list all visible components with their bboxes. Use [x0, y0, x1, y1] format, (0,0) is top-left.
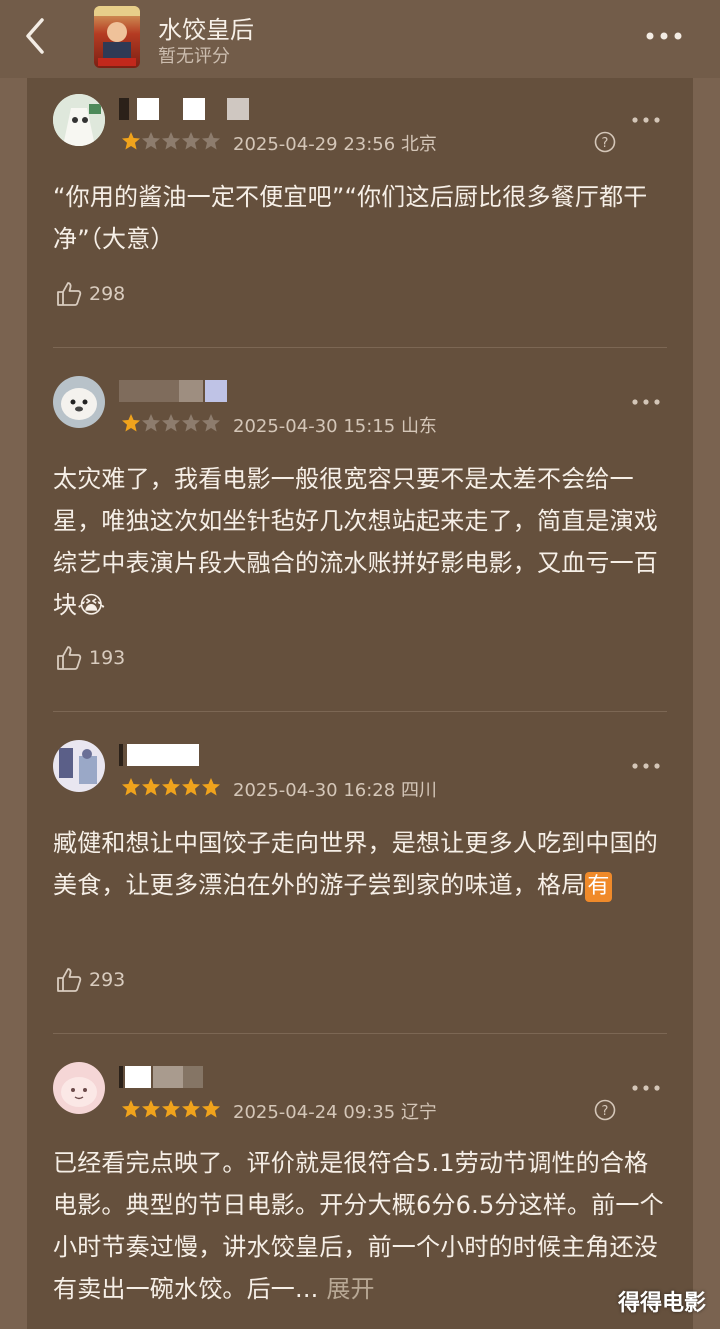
star-icon	[162, 778, 180, 796]
avatar[interactable]	[53, 94, 105, 146]
like-count: 298	[89, 283, 126, 305]
help-icon[interactable]: ?	[594, 1099, 616, 1121]
crying-emoji: 😭	[77, 591, 106, 619]
like-count: 193	[89, 647, 126, 669]
review-text-body: 臧健和想让中国饺子走向世界，是想让更多人吃到中国的美食，让更多漂泊在外的游子尝到…	[53, 829, 658, 899]
star-icon	[202, 414, 220, 432]
more-options-icon[interactable]	[631, 115, 661, 125]
review-meta: 2025-04-30 15:15 山东	[233, 412, 437, 438]
review-text: 已经看完点映了。评价就是很符合5.1劳动节调性的合格电影。典型的节日电影。开分大…	[53, 1142, 669, 1310]
movie-title: 水饺皇后	[158, 16, 254, 44]
movie-poster[interactable]	[94, 6, 140, 68]
more-options-icon[interactable]	[642, 24, 686, 48]
star-icon	[182, 414, 200, 432]
divider	[53, 711, 667, 712]
svg-text:?: ?	[602, 1104, 609, 1119]
like-count: 293	[89, 969, 126, 991]
more-options-icon[interactable]	[631, 1083, 661, 1093]
svg-text:?: ?	[602, 136, 609, 151]
rating-stars	[121, 131, 221, 151]
review-location: 北京	[400, 134, 437, 155]
review-text: 太灾难了，我看电影一般很宽容只要不是太差不会给一星，唯独这次如坐针毡好几次想站起…	[53, 458, 669, 626]
star-icon	[142, 414, 160, 432]
movie-score: 暂无评分	[158, 46, 230, 67]
star-icon	[122, 1100, 140, 1118]
review-date: 2025-04-30 16:28	[233, 780, 396, 801]
review-card: 2025-04-29 23:56 北京 ? “你用的酱油一定不便宜吧”“你们这后…	[27, 78, 693, 348]
review-meta: 2025-04-29 23:56 北京	[233, 130, 437, 156]
review-text-body: 太灾难了，我看电影一般很宽容只要不是太差不会给一星，唯独这次如坐针毡好几次想站起…	[53, 465, 658, 619]
thumbs-up-icon	[57, 282, 82, 306]
review-location: 四川	[400, 780, 437, 801]
watermark: 得得电影	[617, 1291, 706, 1316]
expand-link[interactable]: 展开	[326, 1275, 374, 1303]
review-date: 2025-04-24 09:35	[233, 1102, 396, 1123]
star-icon	[182, 778, 200, 796]
username-blurred	[119, 744, 229, 766]
username-blurred	[119, 380, 229, 402]
review-meta: 2025-04-30 16:28 四川	[233, 776, 437, 802]
top-bar: 水饺皇后 暂无评分	[0, 0, 720, 78]
more-options-icon[interactable]	[631, 761, 661, 771]
username-blurred	[119, 98, 249, 120]
reviews-panel: 2025-04-29 23:56 北京 ? “你用的酱油一定不便宜吧”“你们这后…	[27, 78, 693, 1329]
thumbs-up-icon	[57, 646, 82, 670]
review-meta: 2025-04-24 09:35 辽宁	[233, 1098, 437, 1124]
like-button[interactable]: 193	[55, 644, 125, 672]
review-date: 2025-04-29 23:56	[233, 134, 396, 155]
star-icon	[202, 778, 220, 796]
avatar[interactable]	[53, 1062, 105, 1114]
star-icon	[162, 132, 180, 150]
review-card: 2025-04-30 15:15 山东 太灾难了，我看电影一般很宽容只要不是太差…	[27, 360, 693, 712]
like-button[interactable]: 293	[55, 966, 125, 994]
back-arrow-icon[interactable]	[14, 14, 58, 58]
avatar[interactable]	[53, 376, 105, 428]
username-blurred	[119, 1066, 229, 1088]
review-text: 臧健和想让中国饺子走向世界，是想让更多人吃到中国的美食，让更多漂泊在外的游子尝到…	[53, 822, 669, 906]
rating-stars	[121, 777, 221, 797]
like-button[interactable]: 298	[55, 280, 125, 308]
rating-stars	[121, 1099, 221, 1119]
review-date: 2025-04-30 15:15	[233, 416, 396, 437]
review-text: “你用的酱油一定不便宜吧”“你们这后厨比很多餐厅都干净”（大意）	[53, 183, 648, 253]
star-icon	[122, 778, 140, 796]
star-icon	[142, 132, 160, 150]
you-emoji-badge: 有	[585, 872, 612, 902]
review-location: 山东	[400, 416, 437, 437]
star-icon	[182, 132, 200, 150]
divider	[53, 1033, 667, 1034]
avatar[interactable]	[53, 740, 105, 792]
help-icon[interactable]: ?	[594, 131, 616, 153]
more-options-icon[interactable]	[631, 397, 661, 407]
star-icon	[182, 1100, 200, 1118]
star-icon	[122, 414, 140, 432]
review-location: 辽宁	[400, 1102, 437, 1123]
star-icon	[162, 1100, 180, 1118]
star-icon	[162, 414, 180, 432]
star-icon	[202, 132, 220, 150]
star-icon	[142, 1100, 160, 1118]
thumbs-up-icon	[57, 968, 82, 992]
star-icon	[142, 778, 160, 796]
rating-stars	[121, 413, 221, 433]
star-icon	[122, 132, 140, 150]
divider	[53, 347, 667, 348]
review-card: 2025-04-30 16:28 四川 臧健和想让中国饺子走向世界，是想让更多人…	[27, 724, 693, 1034]
star-icon	[202, 1100, 220, 1118]
review-card: 2025-04-24 09:35 辽宁 ? 已经看完点映了。评价就是很符合5.1…	[27, 1046, 693, 1329]
